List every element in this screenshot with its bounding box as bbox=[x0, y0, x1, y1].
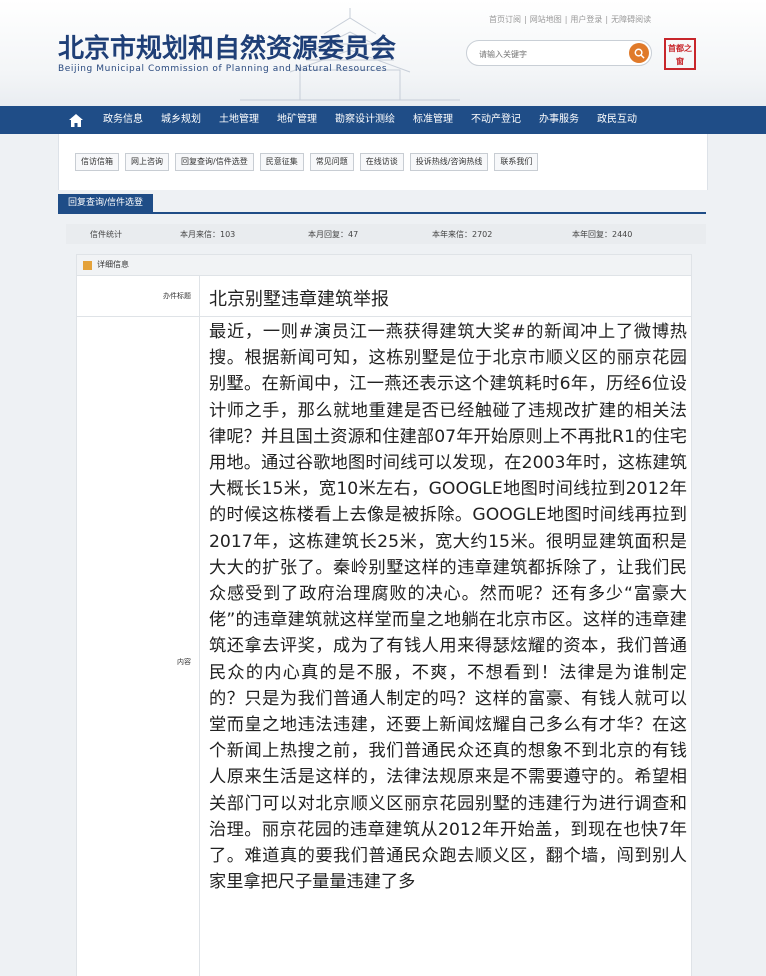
content-text: 最近，一则#演员江一燕获得建筑大奖#的新闻冲上了微博热搜。根据新闻可知，这栋别墅… bbox=[209, 322, 687, 893]
subject-text: 北京别墅违章建筑举报 bbox=[209, 289, 389, 310]
detail-header: 详细信息 bbox=[77, 255, 691, 276]
stat-year-received: 本年来信：2702 bbox=[432, 230, 493, 239]
search-icon bbox=[634, 48, 645, 59]
subtab-contact[interactable]: 联系我们 bbox=[494, 153, 539, 171]
top-links: 首页订阅 | 网站地图 | 用户登录 | 无障碍阅读 bbox=[489, 15, 652, 24]
home-icon bbox=[69, 113, 83, 127]
section-bar: 回复查询/信件选登 bbox=[58, 194, 706, 214]
subject-label-cell: 办件标题 bbox=[77, 276, 200, 316]
top-link-accessibility[interactable]: 无障碍阅读 bbox=[611, 15, 651, 24]
subtab-online-interview[interactable]: 在线访谈 bbox=[359, 153, 404, 171]
subject-label: 办件标题 bbox=[163, 292, 191, 300]
top-link-login[interactable]: 用户登录 bbox=[570, 15, 602, 24]
search-input[interactable] bbox=[477, 45, 621, 63]
stats-label: 信件统计 bbox=[90, 230, 122, 239]
subject-row: 办件标题 北京别墅违章建筑举报 bbox=[77, 276, 691, 317]
detail-panel: 详细信息 办件标题 北京别墅违章建筑举报 内容 最近，一则#演员江一燕获得建筑大… bbox=[76, 254, 692, 976]
content-label: 内容 bbox=[177, 658, 191, 666]
nav-item-standards[interactable]: 标准管理 bbox=[404, 106, 462, 134]
subtab-reply-query[interactable]: 回复查询/信件选登 bbox=[175, 153, 254, 171]
subtab-opinion-survey[interactable]: 民意征集 bbox=[259, 153, 304, 171]
search-button[interactable] bbox=[629, 43, 649, 63]
site-header: 北京市规划和自然资源委员会 Beijing Municipal Commissi… bbox=[0, 0, 766, 106]
search-box bbox=[466, 40, 652, 66]
nav-item-services[interactable]: 办事服务 bbox=[530, 106, 588, 134]
top-link-subscribe[interactable]: 首页订阅 bbox=[489, 15, 521, 24]
subtab-hotline[interactable]: 投诉热线/咨询热线 bbox=[409, 153, 489, 171]
nav-item-mineral-management[interactable]: 地矿管理 bbox=[268, 106, 326, 134]
nav-item-real-estate[interactable]: 不动产登记 bbox=[462, 106, 530, 134]
main-nav: 政务信息 城乡规划 土地管理 地矿管理 勘察设计测绘 标准管理 不动产登记 办事… bbox=[0, 106, 766, 134]
nav-item-survey-design[interactable]: 勘察设计测绘 bbox=[326, 106, 404, 134]
capital-window-seal[interactable]: 首都之窗 bbox=[664, 38, 696, 70]
top-link-sitemap[interactable]: 网站地图 bbox=[530, 15, 562, 24]
site-title-en: Beijing Municipal Commission of Planning… bbox=[58, 64, 388, 74]
sub-menu: 信访信箱 网上咨询 回复查询/信件选登 民意征集 常见问题 在线访谈 投诉热线/… bbox=[58, 134, 708, 190]
section-title: 回复查询/信件选登 bbox=[58, 194, 154, 212]
detail-title: 详细信息 bbox=[97, 260, 129, 269]
nav-home[interactable] bbox=[58, 106, 94, 134]
subtab-online-consult[interactable]: 网上咨询 bbox=[125, 153, 169, 171]
info-icon bbox=[83, 261, 92, 270]
stat-year-replied: 本年回复：2440 bbox=[572, 230, 633, 239]
stat-month-received: 本月来信：103 bbox=[180, 230, 236, 239]
letter-stats: 信件统计 本月来信：103 本月回复：47 本年来信：2702 本年回复：244… bbox=[66, 224, 706, 244]
site-brand[interactable]: 北京市规划和自然资源委员会 Beijing Municipal Commissi… bbox=[58, 34, 396, 74]
stat-month-replied: 本月回复：47 bbox=[308, 230, 359, 239]
nav-item-government-info[interactable]: 政务信息 bbox=[94, 106, 152, 134]
nav-item-interaction[interactable]: 政民互动 bbox=[588, 106, 646, 134]
content-label-cell: 内容 bbox=[77, 317, 200, 976]
nav-item-land-management[interactable]: 土地管理 bbox=[210, 106, 268, 134]
site-title: 北京市规划和自然资源委员会 bbox=[58, 34, 397, 64]
subtab-petition-mailbox[interactable]: 信访信箱 bbox=[75, 153, 119, 171]
nav-item-urban-planning[interactable]: 城乡规划 bbox=[152, 106, 210, 134]
subtab-faq[interactable]: 常见问题 bbox=[309, 153, 354, 171]
